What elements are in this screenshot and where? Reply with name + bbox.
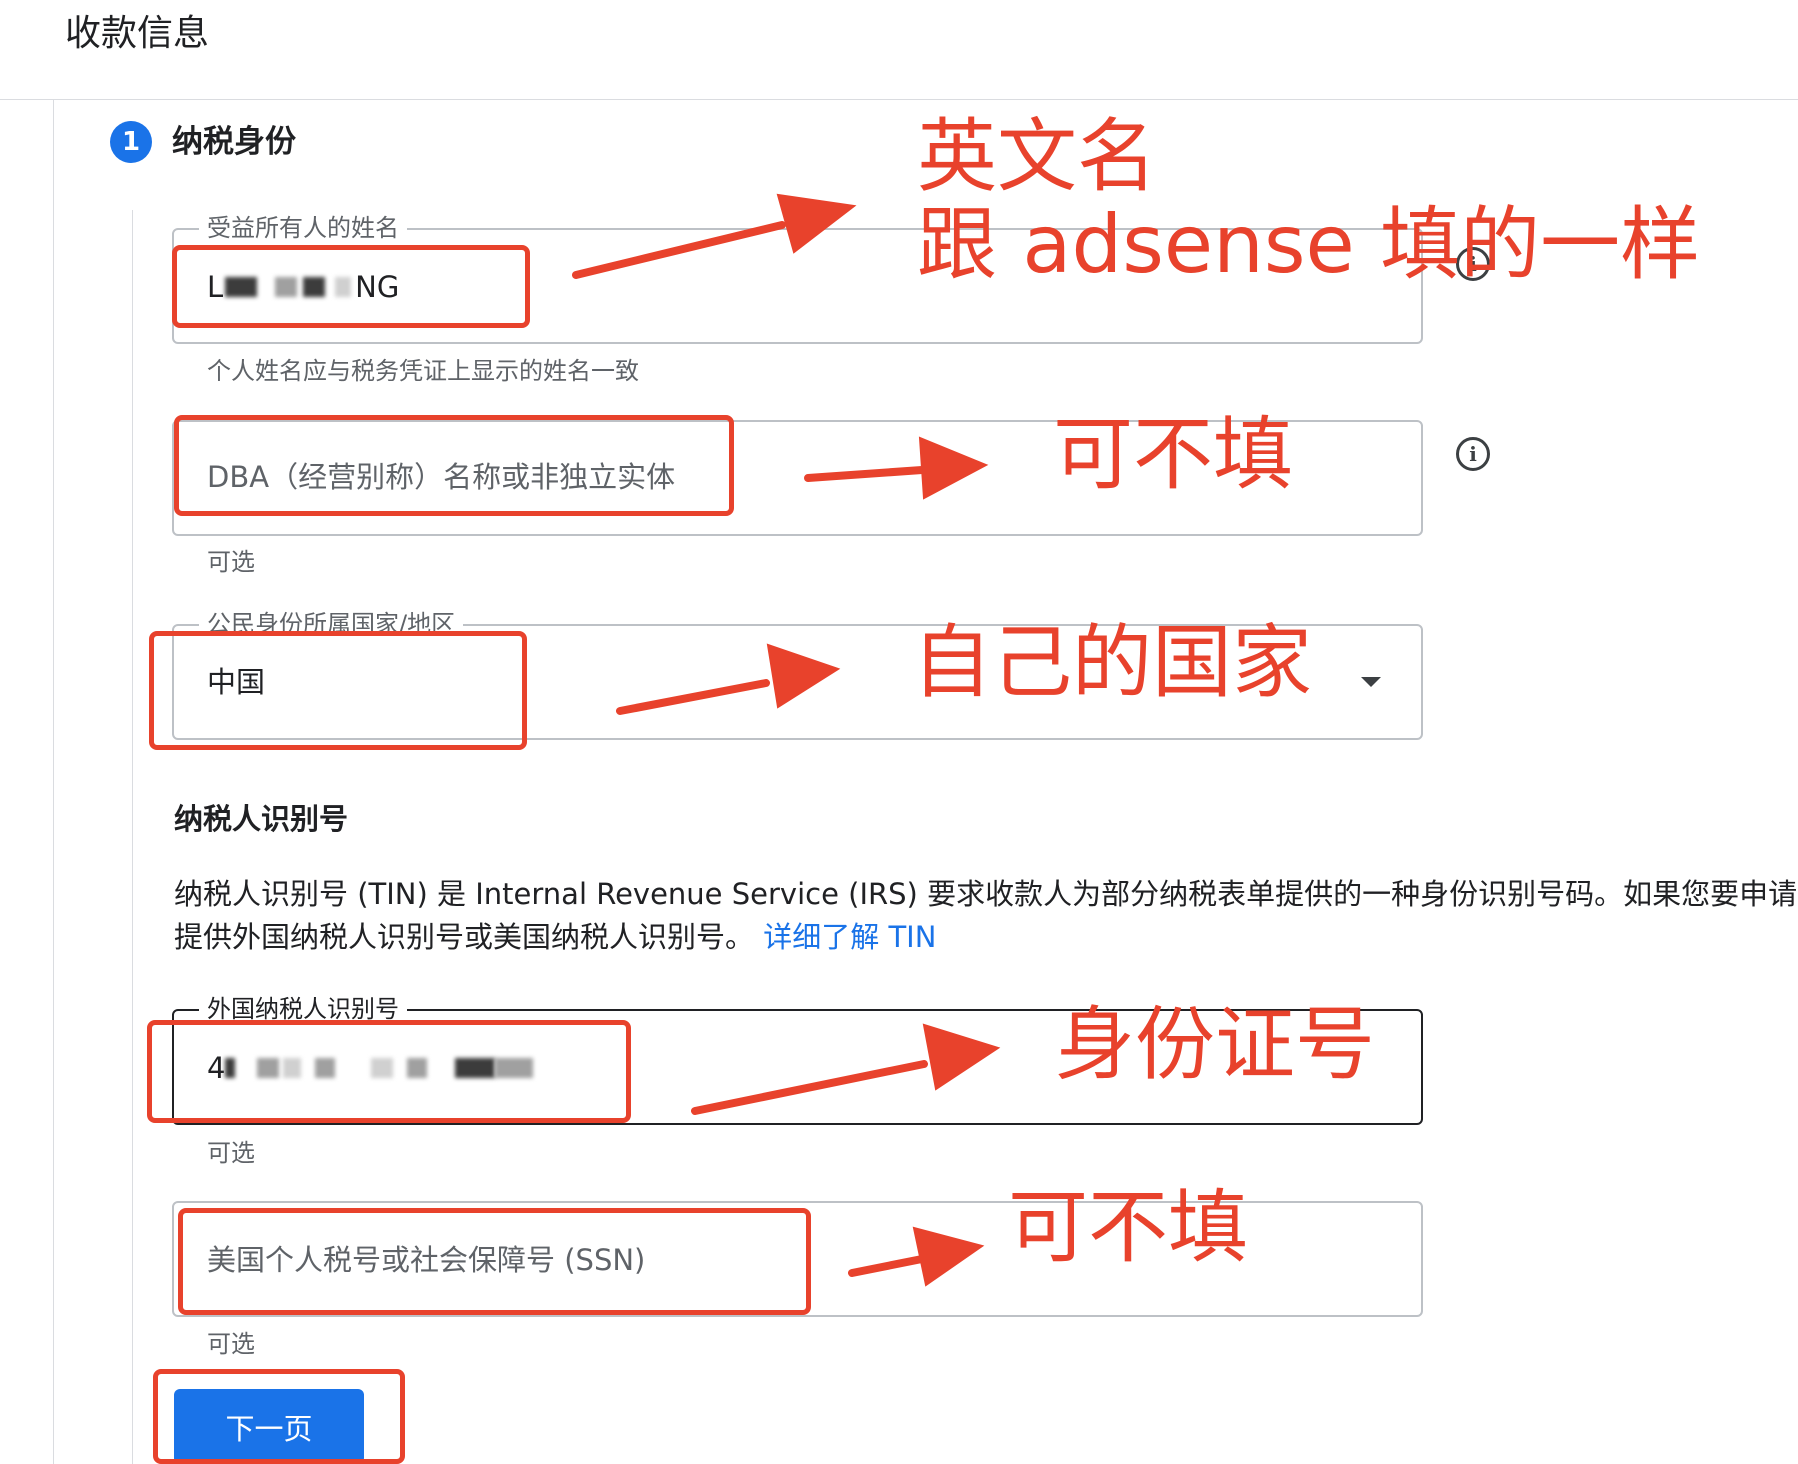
annotation-name-line1: 英文名 (917, 110, 1157, 203)
arrow-head (918, 436, 989, 500)
annotation-country: 自己的国家 (912, 616, 1312, 709)
arrow-shaft (691, 1060, 928, 1115)
annotation-name-line2: 跟 adsense 填的一样 (917, 198, 1701, 291)
arrow-shaft (804, 466, 926, 482)
annotation-optional-ssn: 可不填 (1008, 1181, 1248, 1274)
arrow-shaft (572, 221, 786, 279)
annotation-id-number: 身份证号 (1055, 998, 1375, 1091)
arrow-head (912, 1226, 985, 1287)
annotation-optional-dba: 可不填 (1053, 408, 1293, 501)
arrow-shaft (848, 1255, 926, 1277)
arrow-head (766, 643, 841, 709)
arrow-shaft (616, 679, 770, 715)
arrow-head (922, 1023, 1001, 1091)
arrow-head (776, 193, 857, 254)
